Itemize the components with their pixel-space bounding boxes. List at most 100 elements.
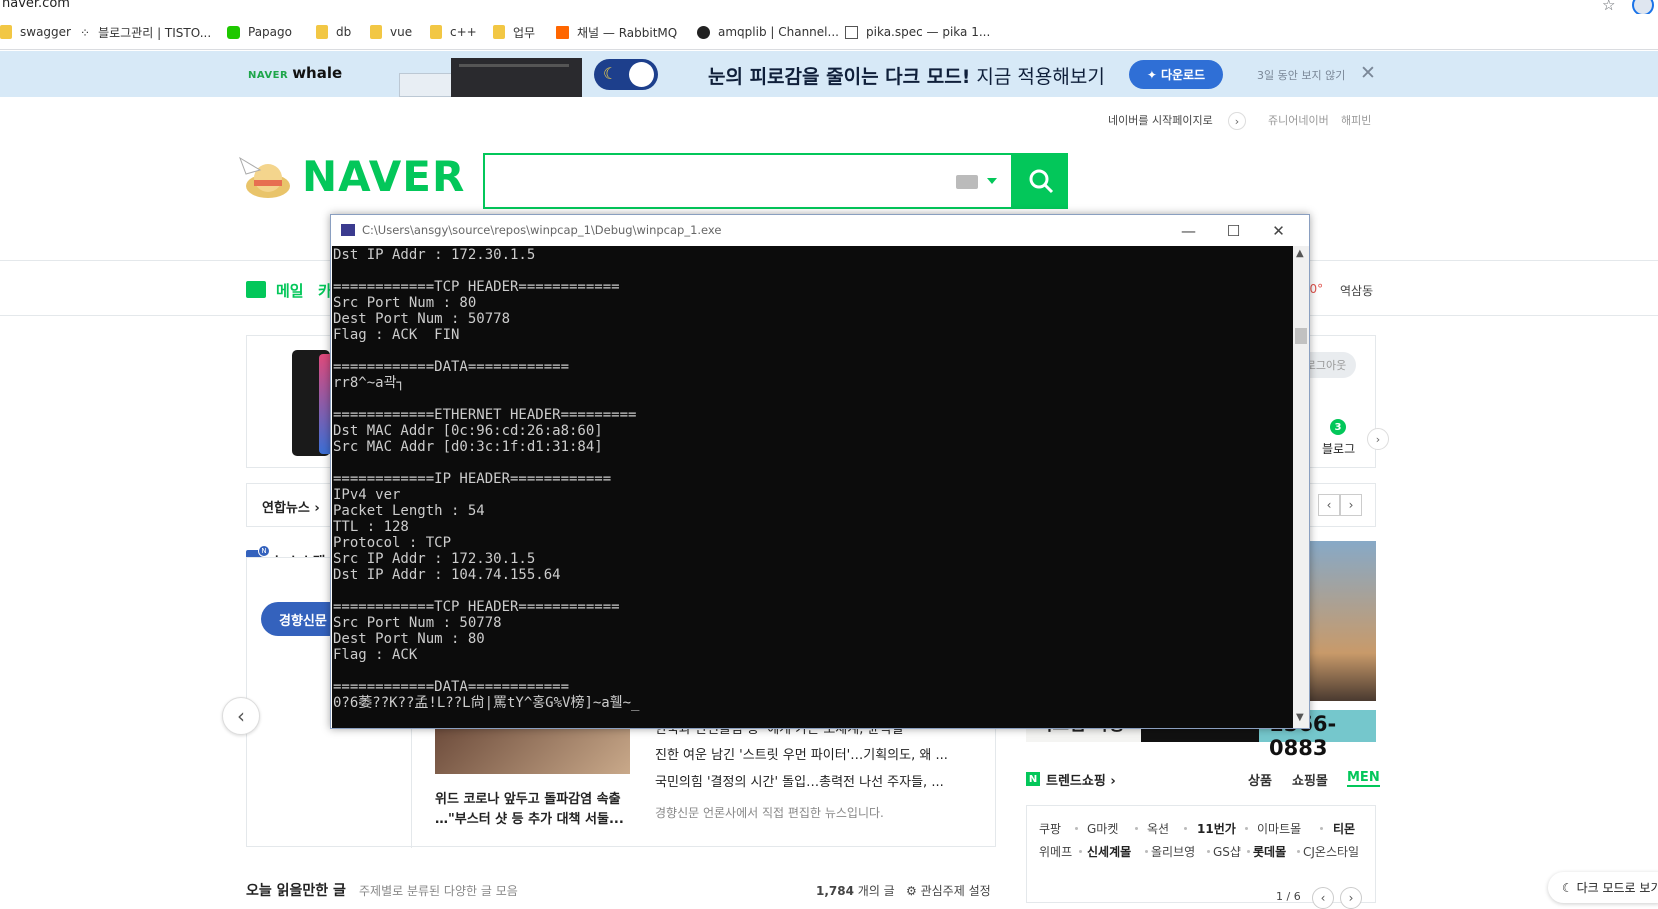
mall-link[interactable]: 위메프 [1039, 843, 1072, 860]
search-icon [1029, 169, 1053, 194]
trend-shopping-title[interactable]: 트렌드쇼핑 › [1046, 770, 1116, 789]
dark-mode-toggle[interactable]: ☾ [594, 59, 658, 90]
prev-icon[interactable]: ‹ [1312, 887, 1334, 909]
tab-men[interactable]: MEN [1347, 770, 1380, 787]
junior-naver-link[interactable]: 쥬니어네이버 [1268, 112, 1329, 128]
moon-icon: ☾ [603, 64, 618, 83]
bookmark-swagger[interactable]: swagger [0, 24, 71, 40]
keyboard-icon[interactable] [956, 175, 978, 189]
folder-icon [0, 25, 12, 39]
whale-dark-mode-banner: NAVER whale ☾ 눈의 피로감을 줄이는 다크 모드! 지금 적용해보기… [0, 51, 1658, 97]
doc-icon [845, 25, 858, 39]
close-icon[interactable]: ✕ [1256, 218, 1301, 244]
interest-setting-link[interactable]: ⚙ 관심주제 설정 [906, 882, 991, 899]
minimize-icon[interactable]: — [1166, 218, 1211, 244]
next-icon[interactable]: › [1340, 494, 1362, 516]
download-button[interactable]: ✦ 다운로드 [1129, 60, 1223, 89]
recommended-reads-bar: 오늘 읽을만한 글 주제별로 분류된 다양한 글 모음 1,784 개의 글 ⚙… [246, 878, 996, 902]
prev-icon[interactable]: ‹ [1318, 494, 1340, 516]
mail-icon[interactable] [246, 281, 266, 298]
console-window[interactable]: C:\Users\ansgy\source\repos\winpcap_1\De… [330, 214, 1310, 729]
tistory-icon: ⁘ [80, 25, 91, 40]
mall-link[interactable]: 신세계몰 [1087, 843, 1131, 860]
bookmark-db[interactable]: db [316, 24, 351, 40]
bookmark-vue[interactable]: vue [370, 24, 412, 40]
twitter-bird-icon: ✦ [1146, 67, 1157, 82]
mall-link[interactable]: 이마트몰 [1257, 820, 1301, 837]
mall-link[interactable]: 11번가 [1197, 820, 1236, 837]
trend-page-indicator: 1 / 6 [1276, 890, 1301, 903]
mall-link[interactable]: 티몬 [1333, 820, 1355, 837]
gear-icon: ⚙ [906, 884, 917, 898]
github-icon [697, 25, 710, 39]
light-mode-preview [399, 73, 452, 97]
mall-link[interactable]: 롯데몰 [1253, 843, 1286, 860]
weather-location[interactable]: 역삼동 [1340, 282, 1373, 299]
set-start-page-link[interactable]: 네이버를 시작페이지로 [1108, 112, 1213, 128]
mail-link[interactable]: 메일 [276, 280, 304, 301]
moon-icon: ☾ [1562, 880, 1577, 895]
address-bar[interactable]: naver.com ☆ [0, 0, 1658, 16]
folder-icon [316, 25, 328, 39]
bookmark-papago[interactable]: Papago [227, 24, 292, 40]
news-headline-main-2[interactable]: …"부스터 샷 등 추가 대책 서둘... [435, 808, 624, 827]
search-input[interactable] [483, 153, 1013, 209]
bookmark-work[interactable]: 업무 [493, 24, 535, 40]
mall-link[interactable]: G마켓 [1087, 820, 1118, 837]
mall-link[interactable]: GS샵 [1213, 843, 1241, 860]
news-item[interactable]: 진한 여운 남긴 '스트릿 우먼 파이터'…기획의도, 왜 ... [655, 744, 948, 763]
skip-3-days-link[interactable]: 3일 동안 보지 않기 [1257, 67, 1345, 83]
console-title: C:\Users\ansgy\source\repos\winpcap_1\De… [362, 223, 722, 237]
folder-icon [430, 25, 442, 39]
naver-logo[interactable]: NAVER [302, 152, 465, 201]
news-thumbnail[interactable] [435, 722, 630, 774]
next-icon[interactable]: › [1340, 887, 1362, 909]
mall-link[interactable]: CJ온스타일 [1303, 843, 1359, 860]
console-scrollbar[interactable]: ▲ ▼ [1293, 246, 1309, 728]
city-ad-image[interactable] [1306, 541, 1376, 701]
reads-subtitle: 주제별로 분류된 다양한 글 모음 [359, 884, 518, 898]
trend-shopping: N 트렌드쇼핑 › 상품 쇼핑몰 MEN 쿠팡 G마켓 옥션 11번가 이마트몰… [1026, 765, 1380, 903]
dark-mode-preview [451, 58, 582, 97]
bookmark-rabbitmq[interactable]: 채널 — RabbitMQ [556, 24, 677, 40]
folder-icon [493, 25, 505, 39]
bookmark-tistory[interactable]: ⁘ 블로그관리 | TISTO... [80, 24, 211, 40]
tab-products[interactable]: 상품 [1248, 770, 1272, 789]
blog-link[interactable]: 블로그 [1322, 440, 1355, 457]
bookmark-pika[interactable]: pika.spec — pika 1... [845, 24, 990, 40]
console-titlebar[interactable]: C:\Users\ansgy\source\repos\winpcap_1\De… [331, 215, 1309, 246]
autocomplete-toggle-icon[interactable] [987, 178, 997, 184]
blog-notification-badge: 3 [1330, 419, 1346, 435]
maximize-icon[interactable]: ☐ [1211, 218, 1256, 244]
mall-link[interactable]: 쿠팡 [1039, 820, 1061, 837]
scroll-thumb[interactable] [1295, 328, 1307, 344]
close-icon[interactable]: ✕ [1360, 62, 1376, 84]
chevron-left-icon[interactable]: ‹ [222, 697, 260, 735]
bookmarks-bar: swagger ⁘ 블로그관리 | TISTO... Papago db vue … [0, 14, 1658, 50]
scroll-up-icon[interactable]: ▲ [1296, 248, 1304, 259]
banner-message: 눈의 피로감을 줄이는 다크 모드! 지금 적용해보기 [708, 66, 1105, 88]
bookmark-star-icon[interactable]: ☆ [1602, 0, 1615, 14]
tab-malls[interactable]: 쇼핑몰 [1292, 770, 1328, 789]
console-output[interactable]: Dst IP Addr : 172.30.1.5 ============TCP… [332, 246, 1293, 728]
scroll-down-icon[interactable]: ▼ [1296, 712, 1304, 723]
dark-mode-button[interactable]: ☾ 다크 모드로 보기 [1548, 872, 1658, 903]
folder-icon [370, 25, 382, 39]
console-app-icon [341, 224, 355, 236]
mall-link[interactable]: 옥션 [1147, 820, 1169, 837]
bookmark-amqplib[interactable]: amqplib | Channel... [697, 24, 839, 40]
chevron-right-icon[interactable]: › [1228, 112, 1246, 130]
happybean-link[interactable]: 해피빈 [1341, 112, 1371, 128]
news-footer-note: 경향신문 언론사에서 직접 편집한 뉴스입니다. [655, 806, 884, 820]
search-button[interactable] [1013, 153, 1068, 209]
url-text[interactable]: naver.com [2, 0, 70, 11]
mall-link[interactable]: 올리브영 [1151, 843, 1195, 860]
news-source-link[interactable]: 연합뉴스 › [262, 497, 320, 516]
news-item[interactable]: 국민의힘 '결정의 시간' 돌입…총력전 나선 주자들, ... [655, 771, 944, 790]
console-text: Dst IP Addr : 172.30.1.5 ============TCP… [333, 247, 640, 711]
whale-logo: NAVER whale [248, 64, 343, 82]
chevron-right-icon[interactable]: › [1367, 428, 1389, 450]
bookmark-cpp[interactable]: c++ [430, 24, 477, 40]
news-headline-main[interactable]: 위드 코로나 앞두고 돌파감염 속출 [435, 788, 621, 807]
naver-hat-logo-icon[interactable] [236, 148, 296, 203]
